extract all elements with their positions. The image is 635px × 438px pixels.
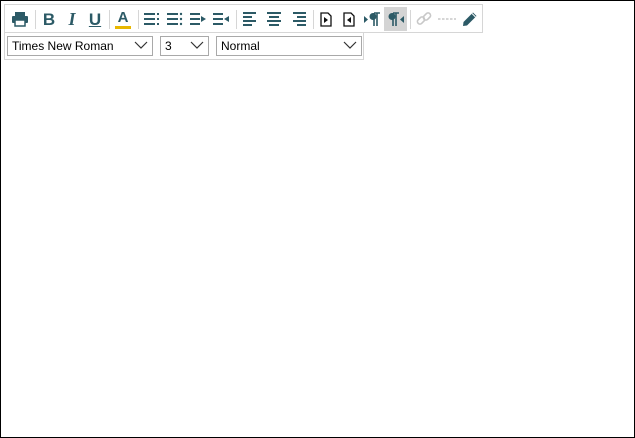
align-left-icon xyxy=(243,11,256,26)
font-color-swatch xyxy=(115,26,131,29)
bold-button[interactable]: B xyxy=(38,7,60,31)
print-icon xyxy=(12,12,28,27)
rtl-paragraph-button[interactable] xyxy=(384,7,407,31)
align-left-button[interactable] xyxy=(239,7,261,31)
block-style-value: Normal xyxy=(221,39,260,53)
editor-content-area[interactable] xyxy=(1,61,634,437)
ordered-list-icon xyxy=(144,12,159,25)
font-color-icon: A xyxy=(117,9,129,26)
align-right-icon xyxy=(293,11,306,26)
font-size-select[interactable]: 3 xyxy=(160,36,209,56)
underline-button[interactable]: U xyxy=(84,7,106,31)
underline-icon: U xyxy=(88,9,102,29)
align-center-icon xyxy=(267,11,281,26)
edit-button[interactable] xyxy=(459,7,481,31)
toolbar-separator xyxy=(313,10,314,29)
indent-icon xyxy=(189,12,206,25)
chevron-down-icon xyxy=(190,41,204,49)
align-center-button[interactable] xyxy=(263,7,285,31)
link-icon xyxy=(416,12,432,25)
indent-button[interactable] xyxy=(187,7,209,31)
chevron-down-icon xyxy=(343,41,357,49)
italic-icon: I xyxy=(68,9,76,29)
ltr-paragraph-icon xyxy=(364,11,380,26)
rtl-paragraph-icon xyxy=(388,11,404,26)
italic-button[interactable]: I xyxy=(61,7,83,31)
outdent-button[interactable] xyxy=(210,7,232,31)
bold-icon: B xyxy=(42,9,56,29)
format-toolbar: Times New Roman 3 Normal xyxy=(4,33,364,60)
toolbar-separator xyxy=(138,10,139,29)
unordered-list-button[interactable] xyxy=(164,7,186,31)
ltr-paragraph-button[interactable] xyxy=(361,7,383,31)
unordered-list-icon xyxy=(167,12,183,25)
toolbar-separator xyxy=(35,10,36,29)
horizontal-rule-icon xyxy=(438,18,456,20)
font-family-value: Times New Roman xyxy=(12,39,114,53)
insert-before-button[interactable] xyxy=(315,7,337,31)
outdent-icon xyxy=(212,12,229,25)
block-style-select[interactable]: Normal xyxy=(216,36,362,56)
align-right-button[interactable] xyxy=(288,7,310,31)
toolbar-separator xyxy=(109,10,110,29)
insert-before-icon xyxy=(320,11,332,27)
pencil-icon xyxy=(463,12,477,26)
link-button[interactable] xyxy=(413,7,435,31)
font-size-value: 3 xyxy=(165,39,172,53)
horizontal-rule-button[interactable] xyxy=(436,7,458,31)
toolbar-separator xyxy=(410,10,411,29)
font-family-select[interactable]: Times New Roman xyxy=(7,36,153,56)
insert-after-icon xyxy=(343,11,355,27)
toolbar-separator xyxy=(236,10,237,29)
font-color-button[interactable]: A xyxy=(112,7,134,31)
ordered-list-button[interactable] xyxy=(141,7,163,31)
editor-window: B I U A Times New Roman 3 Normal xyxy=(0,0,635,438)
insert-after-button[interactable] xyxy=(338,7,360,31)
chevron-down-icon xyxy=(134,41,148,49)
print-button[interactable] xyxy=(9,7,31,31)
editor-toolbar: B I U A xyxy=(4,4,483,33)
